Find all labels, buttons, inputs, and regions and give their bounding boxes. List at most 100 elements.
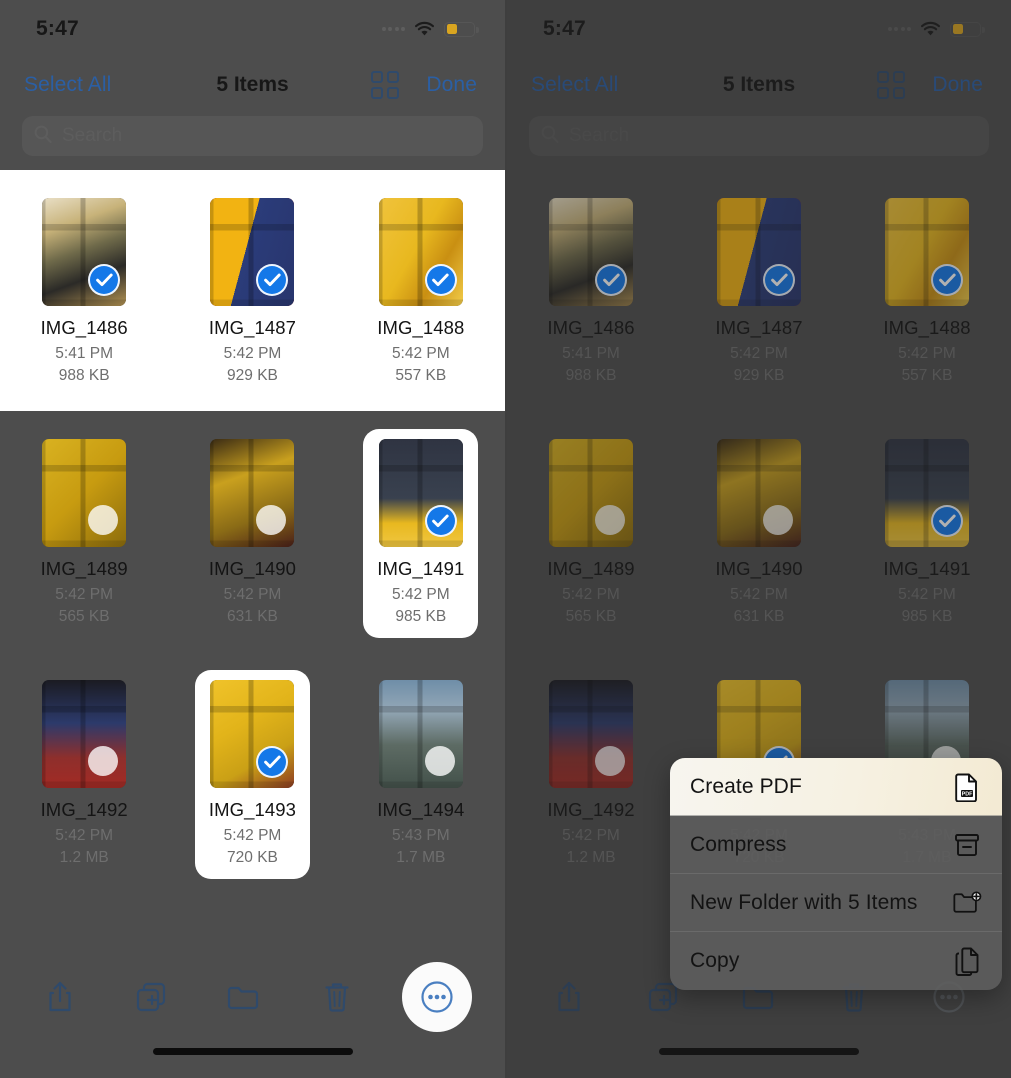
file-cell[interactable]: IMG_1494 5:43 PM 1.7 MB: [337, 652, 505, 893]
file-item[interactable]: IMG_1491 5:42 PM 985 KB: [869, 429, 984, 638]
file-item[interactable]: IMG_1488 5:42 PM 557 KB: [363, 188, 478, 397]
file-cell[interactable]: IMG_1487 5:42 PM 929 KB: [675, 170, 843, 411]
context-menu-item-label: Copy: [690, 949, 740, 972]
file-thumbnail[interactable]: [42, 680, 127, 788]
file-name: IMG_1488: [883, 317, 971, 338]
file-thumbnail[interactable]: [885, 198, 969, 306]
context-menu-item[interactable]: Compress: [670, 816, 1002, 874]
selection-checkmark-icon[interactable]: [424, 264, 457, 296]
file-cell[interactable]: IMG_1492 5:42 PM 1.2 MB: [0, 652, 168, 893]
status-indicators: [381, 21, 479, 37]
selection-checkmark-icon[interactable]: [763, 264, 795, 296]
file-thumbnail[interactable]: [717, 439, 801, 547]
selection-empty-circle-icon[interactable]: [88, 505, 119, 535]
file-thumbnail[interactable]: [210, 439, 295, 547]
context-menu-item[interactable]: New Folder with 5 Items: [670, 874, 1002, 932]
select-all-button[interactable]: Select All: [531, 73, 618, 97]
selection-empty-circle-icon[interactable]: [424, 746, 455, 776]
file-cell[interactable]: IMG_1490 5:42 PM 631 KB: [168, 411, 336, 652]
file-size: 557 KB: [395, 367, 447, 384]
file-time: 5:42 PM: [223, 827, 282, 844]
file-thumbnail[interactable]: [717, 198, 801, 306]
file-name: IMG_1494: [377, 799, 465, 820]
file-item[interactable]: IMG_1493 5:42 PM 720 KB: [194, 670, 311, 879]
file-thumbnail[interactable]: [378, 198, 463, 306]
file-item[interactable]: IMG_1486 5:41 PM 988 KB: [533, 188, 648, 397]
file-cell[interactable]: IMG_1486 5:41 PM 988 KB: [0, 170, 168, 411]
nav-bar: Select All 5 Items Done: [507, 58, 1011, 112]
file-cell[interactable]: IMG_1487 5:42 PM 929 KB: [168, 170, 336, 411]
more-ellipsis-icon[interactable]: [401, 962, 472, 1032]
selection-checkmark-icon[interactable]: [595, 264, 627, 296]
selection-checkmark-icon[interactable]: [424, 505, 457, 537]
grid-view-icon[interactable]: [371, 71, 400, 99]
file-name: IMG_1491: [377, 558, 465, 579]
file-cell[interactable]: IMG_1488 5:42 PM 557 KB: [337, 170, 505, 411]
file-cell[interactable]: IMG_1492 5:42 PM 1.2 MB: [507, 652, 675, 893]
file-cell[interactable]: IMG_1493 5:42 PM 720 KB: [168, 652, 336, 893]
done-button[interactable]: Done: [426, 73, 477, 97]
share-icon[interactable]: [542, 970, 596, 1024]
duplicate-icon[interactable]: [125, 970, 179, 1024]
trash-icon[interactable]: [310, 970, 364, 1024]
grid-view-icon[interactable]: [877, 71, 906, 99]
file-name: IMG_1486: [547, 317, 635, 338]
file-size: 988 KB: [58, 367, 110, 384]
search-input[interactable]: Search: [22, 116, 483, 156]
search-icon: [33, 124, 53, 149]
file-size: 1.2 MB: [566, 849, 616, 866]
file-item[interactable]: IMG_1491 5:42 PM 985 KB: [363, 429, 479, 638]
file-item[interactable]: IMG_1489 5:42 PM 565 KB: [533, 429, 648, 638]
selection-checkmark-icon[interactable]: [931, 264, 963, 296]
selection-checkmark-icon[interactable]: [931, 505, 963, 537]
file-item[interactable]: IMG_1492 5:42 PM 1.2 MB: [533, 670, 648, 879]
file-item[interactable]: IMG_1490 5:42 PM 631 KB: [195, 429, 310, 638]
file-item[interactable]: IMG_1487 5:42 PM 929 KB: [195, 188, 310, 397]
file-item[interactable]: IMG_1490 5:42 PM 631 KB: [701, 429, 816, 638]
home-indicator: [659, 1048, 859, 1055]
selection-empty-circle-icon[interactable]: [88, 746, 119, 776]
battery-icon: [444, 21, 479, 37]
file-thumbnail[interactable]: [378, 439, 463, 547]
file-time: 5:41 PM: [55, 345, 114, 362]
file-thumbnail[interactable]: [42, 198, 127, 306]
file-thumbnail[interactable]: [549, 198, 633, 306]
file-cell[interactable]: IMG_1491 5:42 PM 985 KB: [843, 411, 1011, 652]
file-thumbnail[interactable]: [42, 439, 127, 547]
file-item[interactable]: IMG_1488 5:42 PM 557 KB: [869, 188, 984, 397]
file-cell[interactable]: IMG_1491 5:42 PM 985 KB: [337, 411, 505, 652]
selection-empty-circle-icon[interactable]: [595, 505, 625, 535]
file-thumbnail[interactable]: [210, 198, 295, 306]
file-cell[interactable]: IMG_1489 5:42 PM 565 KB: [0, 411, 168, 652]
done-button[interactable]: Done: [932, 73, 983, 97]
file-size: 720 KB: [227, 849, 278, 866]
file-size: 565 KB: [58, 608, 110, 625]
folder-icon[interactable]: [217, 970, 271, 1024]
file-name: IMG_1486: [40, 317, 128, 338]
file-size: 1.7 MB: [396, 849, 446, 866]
file-size: 985 KB: [395, 608, 447, 625]
file-item[interactable]: IMG_1487 5:42 PM 929 KB: [701, 188, 816, 397]
search-input[interactable]: Search: [529, 116, 989, 156]
file-thumbnail[interactable]: [378, 680, 463, 788]
pdf-document-icon: PDF: [952, 772, 982, 802]
file-cell[interactable]: IMG_1486 5:41 PM 988 KB: [507, 170, 675, 411]
file-item[interactable]: IMG_1494 5:43 PM 1.7 MB: [363, 670, 478, 879]
file-thumbnail[interactable]: [549, 439, 633, 547]
file-item[interactable]: IMG_1492 5:42 PM 1.2 MB: [27, 670, 142, 879]
file-item[interactable]: IMG_1489 5:42 PM 565 KB: [27, 429, 142, 638]
file-thumbnail[interactable]: [885, 439, 969, 547]
file-cell[interactable]: IMG_1490 5:42 PM 631 KB: [675, 411, 843, 652]
selection-checkmark-icon[interactable]: [88, 264, 121, 296]
context-menu-item[interactable]: Copy: [670, 932, 1002, 990]
file-item[interactable]: IMG_1486 5:41 PM 988 KB: [27, 188, 142, 397]
context-menu-item[interactable]: Create PDF PDF: [670, 758, 1002, 816]
file-cell[interactable]: IMG_1489 5:42 PM 565 KB: [507, 411, 675, 652]
selection-empty-circle-icon[interactable]: [595, 746, 625, 776]
selection-empty-circle-icon[interactable]: [763, 505, 793, 535]
select-all-button[interactable]: Select All: [24, 73, 111, 97]
file-thumbnail[interactable]: [549, 680, 633, 788]
file-thumbnail[interactable]: [210, 680, 295, 788]
file-cell[interactable]: IMG_1488 5:42 PM 557 KB: [843, 170, 1011, 411]
share-icon[interactable]: [33, 970, 87, 1024]
